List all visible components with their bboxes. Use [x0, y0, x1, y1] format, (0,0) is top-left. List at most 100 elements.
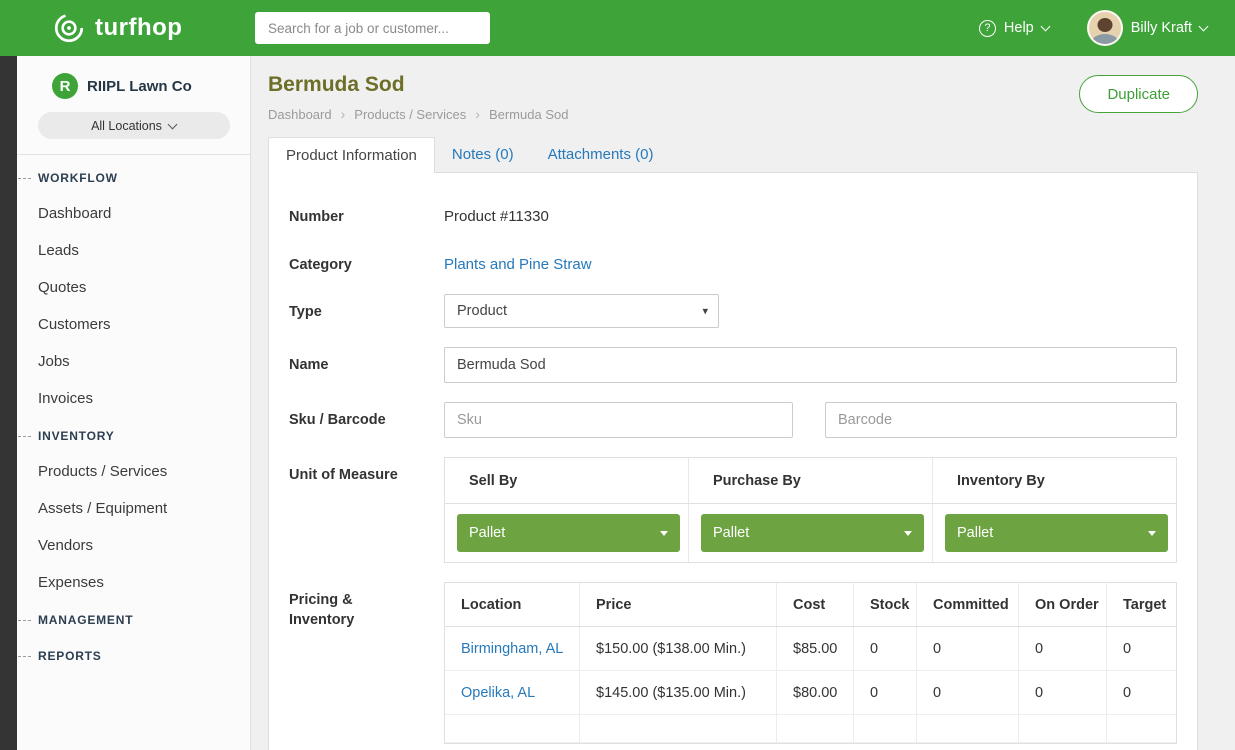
sidebar-item-expenses[interactable]: Expenses — [17, 564, 250, 601]
price-cell: $150.00 ($138.00 Min.) — [580, 627, 777, 670]
chevron-down-icon — [1199, 22, 1209, 32]
name-input[interactable] — [444, 347, 1177, 383]
uom-header-purchase-by: Purchase By — [689, 458, 933, 503]
col-header-target: Target — [1107, 583, 1176, 626]
tab-bar: Product Information Notes (0) Attachment… — [268, 137, 1198, 172]
logo-text: turfhop — [95, 14, 182, 42]
location-link[interactable]: Opelika, AL — [445, 671, 580, 714]
stock-cell: 0 — [854, 671, 917, 714]
col-header-cost: Cost — [777, 583, 854, 626]
breadcrumb-products-services[interactable]: Products / Services — [332, 106, 467, 122]
section-header-reports[interactable]: REPORTS — [17, 637, 250, 673]
stock-cell: 0 — [854, 627, 917, 670]
topbar-right: ? Help Billy Kraft — [979, 10, 1235, 46]
sidebar-item-jobs[interactable]: Jobs — [17, 343, 250, 380]
sell-by-value: Pallet — [469, 525, 505, 541]
sidebar-dark-strip — [0, 56, 17, 750]
avatar-shoulders — [1092, 34, 1118, 46]
purchase-by-dropdown[interactable]: Pallet — [701, 514, 924, 552]
committed-cell: 0 — [917, 627, 1019, 670]
logo: turfhop — [0, 11, 251, 45]
col-header-stock: Stock — [854, 583, 917, 626]
inventory-by-value: Pallet — [957, 525, 993, 541]
location-link[interactable]: Birmingham, AL — [445, 627, 580, 670]
table-row-partial — [445, 715, 1176, 743]
chevron-down-icon — [904, 531, 912, 536]
form-row-unit-of-measure: Unit of Measure Sell By Purchase By Inve… — [289, 457, 1177, 563]
sidebar-item-quotes[interactable]: Quotes — [17, 269, 250, 306]
form-row-sku-barcode: Sku / Barcode — [289, 402, 1177, 438]
app-window: turfhop ? Help Billy Kraft — [0, 0, 1235, 750]
table-row-birmingham: Birmingham, AL $150.00 ($138.00 Min.) $8… — [445, 627, 1176, 671]
company-header: R RIIPL Lawn Co — [17, 56, 250, 99]
section-header-inventory: INVENTORY — [17, 417, 250, 453]
unit-of-measure-label: Unit of Measure — [289, 457, 444, 563]
breadcrumb-current: Bermuda Sod — [466, 106, 568, 122]
avatar — [1087, 10, 1123, 46]
sidebar-item-assets-equipment[interactable]: Assets / Equipment — [17, 490, 250, 527]
help-menu[interactable]: ? Help — [979, 20, 1049, 37]
form-row-type: Type Product — [289, 294, 1177, 328]
target-cell: 0 — [1107, 671, 1176, 714]
number-label: Number — [289, 199, 444, 228]
pricing-inventory-table: Location Price Cost Stock Committed On O… — [444, 582, 1177, 744]
col-header-committed: Committed — [917, 583, 1019, 626]
page-title: Bermuda Sod — [268, 73, 568, 97]
chevron-down-icon — [660, 531, 668, 536]
tab-product-information[interactable]: Product Information — [268, 137, 435, 173]
company-logo: R — [52, 73, 78, 99]
purchase-by-value: Pallet — [713, 525, 749, 541]
type-select[interactable]: Product — [444, 294, 719, 328]
sku-input[interactable] — [444, 402, 793, 438]
sidebar-item-customers[interactable]: Customers — [17, 306, 250, 343]
tab-attachments[interactable]: Attachments (0) — [531, 137, 671, 172]
category-link[interactable]: Plants and Pine Straw — [444, 247, 592, 273]
unit-of-measure-table: Sell By Purchase By Inventory By Pallet — [444, 457, 1177, 563]
user-menu[interactable]: Billy Kraft — [1087, 10, 1207, 46]
col-header-on-order: On Order — [1019, 583, 1107, 626]
product-form-card: Number Product #11330 Category Plants an… — [268, 172, 1198, 750]
number-value: Product #11330 — [444, 199, 549, 225]
pricing-inventory-label: Pricing & Inventory — [289, 582, 444, 744]
form-row-pricing-inventory: Pricing & Inventory Location Price Cost … — [289, 582, 1177, 744]
locations-label: All Locations — [91, 119, 162, 133]
search-input[interactable] — [255, 12, 490, 44]
sidebar-item-vendors[interactable]: Vendors — [17, 527, 250, 564]
section-header-workflow: WORKFLOW — [17, 159, 250, 195]
sidebar-item-leads[interactable]: Leads — [17, 232, 250, 269]
dash-icon — [18, 656, 31, 657]
dash-icon — [18, 436, 31, 437]
sidebar-content: R RIIPL Lawn Co All Locations WORKFLOW D… — [17, 56, 250, 750]
section-header-management[interactable]: MANAGEMENT — [17, 601, 250, 637]
type-label: Type — [289, 294, 444, 328]
type-select-value: Product — [457, 303, 507, 319]
page-header: Bermuda Sod Dashboard Products / Service… — [268, 73, 1198, 122]
pricing-header-row: Location Price Cost Stock Committed On O… — [445, 583, 1176, 627]
help-icon: ? — [979, 20, 996, 37]
sell-by-dropdown[interactable]: Pallet — [457, 514, 680, 552]
avatar-head — [1097, 18, 1112, 32]
top-bar: turfhop ? Help Billy Kraft — [0, 0, 1235, 56]
uom-header-inventory-by: Inventory By — [933, 458, 1176, 503]
breadcrumb-dashboard[interactable]: Dashboard — [268, 107, 332, 122]
company-name: RIIPL Lawn Co — [87, 78, 192, 95]
name-label: Name — [289, 347, 444, 383]
sidebar-divider — [17, 154, 250, 155]
dash-icon — [18, 620, 31, 621]
tab-notes[interactable]: Notes (0) — [435, 137, 531, 172]
inventory-by-dropdown[interactable]: Pallet — [945, 514, 1168, 552]
locations-dropdown[interactable]: All Locations — [38, 112, 230, 139]
dash-icon — [18, 178, 31, 179]
form-row-name: Name — [289, 347, 1177, 383]
sidebar-item-products-services[interactable]: Products / Services — [17, 453, 250, 490]
chevron-down-icon — [1040, 22, 1050, 32]
sidebar-item-dashboard[interactable]: Dashboard — [17, 195, 250, 232]
on-order-cell: 0 — [1019, 627, 1107, 670]
uom-header-sell-by: Sell By — [445, 458, 689, 503]
price-cell: $145.00 ($135.00 Min.) — [580, 671, 777, 714]
sidebar-item-invoices[interactable]: Invoices — [17, 380, 250, 417]
form-row-category: Category Plants and Pine Straw — [289, 247, 1177, 276]
duplicate-button[interactable]: Duplicate — [1079, 75, 1198, 113]
form-row-number: Number Product #11330 — [289, 199, 1177, 228]
barcode-input[interactable] — [825, 402, 1177, 438]
